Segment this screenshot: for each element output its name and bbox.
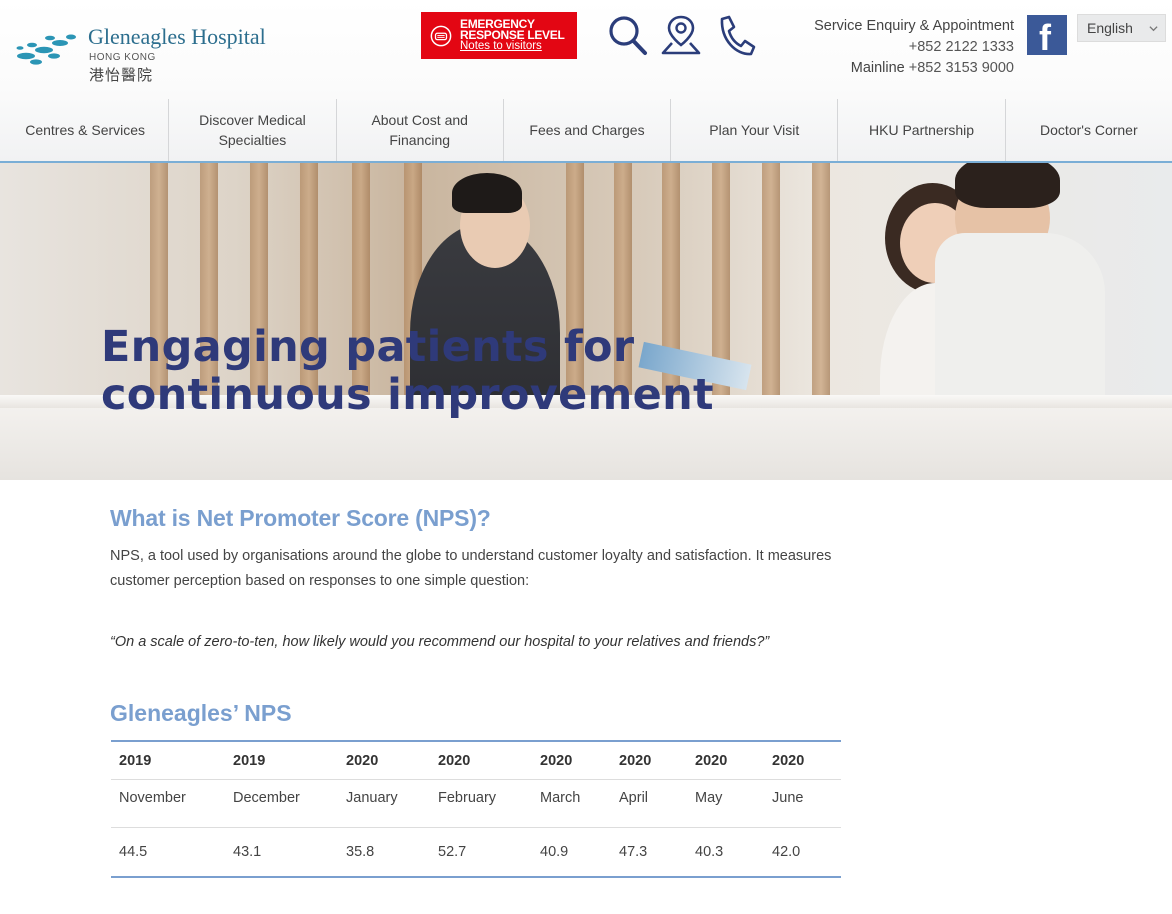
facebook-glyph: f <box>1039 17 1051 58</box>
hero-title-line-1: Engaging patients for <box>101 322 635 372</box>
hero-banner: Engaging patients for continuous improve… <box>0 163 1172 480</box>
emergency-response-banner[interactable]: EMERGENCY RESPONSE LEVEL Notes to visito… <box>421 12 577 59</box>
face-mask-icon <box>430 25 452 46</box>
table-row-months: November December January February March Apri… <box>111 780 841 828</box>
site-header: Gleneagles Hospital HONG KONG 港怡醫院 EMERG… <box>0 0 1172 163</box>
year-cell: 2020 <box>619 753 652 769</box>
hero-title: Engaging patients for continuous improve… <box>101 323 714 419</box>
hospital-logo[interactable]: Gleneagles Hospital HONG KONG 港怡醫院 <box>14 22 284 86</box>
score-cell: 40.9 <box>540 844 569 860</box>
month-cell: February <box>438 790 497 806</box>
year-cell: 2020 <box>540 753 573 769</box>
service-enquiry-label: Service Enquiry & Appointment <box>814 18 1014 34</box>
main-navigation: Centres & Services Discover Medical Spec… <box>2 99 1172 161</box>
year-cell: 2020 <box>772 753 805 769</box>
contact-info: Service Enquiry & Appointment +852 2122 … <box>814 16 1014 79</box>
month-cell: November <box>119 790 186 806</box>
notes-to-visitors-link[interactable]: Notes to visitors <box>460 40 565 52</box>
nav-centres-services[interactable]: Centres & Services <box>2 99 170 161</box>
language-selector[interactable]: English <box>1077 14 1166 42</box>
month-cell: June <box>772 790 804 806</box>
year-cell: 2020 <box>346 753 379 769</box>
facebook-icon[interactable]: f <box>1027 15 1067 58</box>
nav-doctors-corner[interactable]: Doctor's Corner <box>1006 99 1172 161</box>
nav-hku-partnership[interactable]: HKU Partnership <box>838 99 1006 161</box>
year-cell: 2020 <box>438 753 471 769</box>
month-cell: May <box>695 790 723 806</box>
chevron-down-icon <box>1149 26 1158 32</box>
nps-description: NPS, a tool used by organisations around… <box>110 548 832 589</box>
month-cell: December <box>233 790 300 806</box>
hero-title-line-2: continuous improvement <box>101 370 714 420</box>
score-cell: 43.1 <box>233 844 262 860</box>
search-icon[interactable] <box>606 13 648 57</box>
month-cell: March <box>540 790 581 806</box>
nav-fees-charges[interactable]: Fees and Charges <box>504 99 672 161</box>
nps-question-quote: “On a scale of zero-to-ten, how likely w… <box>110 634 770 650</box>
nav-discover-medical-specialties[interactable]: Discover Medical Specialties <box>169 99 337 161</box>
year-cell: 2020 <box>695 753 728 769</box>
language-selected: English <box>1087 20 1133 36</box>
nps-table: 2019 2019 2020 2020 2020 2020 2020 2020 Novembe… <box>111 740 841 878</box>
phone-icon[interactable] <box>714 13 756 57</box>
score-cell: 42.0 <box>772 844 801 860</box>
logo-name: Gleneagles Hospital <box>88 24 266 49</box>
nps-section-heading: What is Net Promoter Score (NPS)? <box>110 505 491 531</box>
year-cell: 2019 <box>233 753 266 769</box>
logo-mark-icon <box>16 34 76 65</box>
location-icon[interactable] <box>660 13 702 57</box>
nav-about-cost-financing[interactable]: About Cost and Financing <box>337 99 504 161</box>
logo-subtitle: HONG KONG <box>89 52 156 63</box>
table-row-years: 2019 2019 2020 2020 2020 2020 2020 2020 <box>111 742 841 780</box>
nav-plan-your-visit[interactable]: Plan Your Visit <box>671 99 839 161</box>
score-cell: 52.7 <box>438 844 467 860</box>
mainline-phone[interactable]: +852 3153 9000 <box>909 60 1014 76</box>
score-cell: 35.8 <box>346 844 375 860</box>
month-cell: April <box>619 790 649 806</box>
table-row-scores: 44.5 43.1 35.8 52.7 40.9 47.3 40.3 42.0 <box>111 828 841 876</box>
main-content: What is Net Promoter Score (NPS)? NPS, a… <box>110 505 850 726</box>
service-enquiry-phone[interactable]: +852 2122 1333 <box>909 39 1014 55</box>
year-cell: 2019 <box>119 753 152 769</box>
gleneagles-nps-heading: Gleneagles’ NPS <box>110 700 292 726</box>
logo-chinese-name: 港怡醫院 <box>89 67 154 84</box>
score-cell: 40.3 <box>695 844 724 860</box>
score-cell: 47.3 <box>619 844 648 860</box>
mainline-label: Mainline <box>850 60 905 76</box>
month-cell: January <box>346 790 398 806</box>
score-cell: 44.5 <box>119 844 148 860</box>
